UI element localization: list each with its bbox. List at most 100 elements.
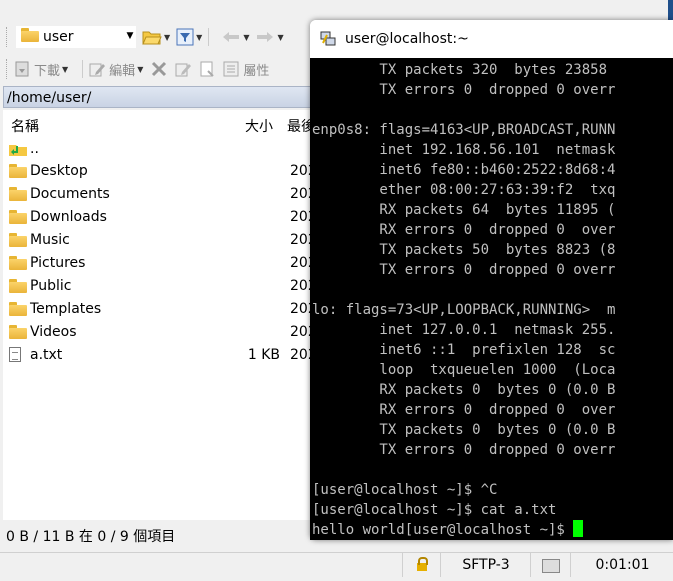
folder-icon <box>9 232 27 254</box>
folder-icon <box>9 209 27 231</box>
forward-button[interactable]: ▼ <box>255 27 284 47</box>
list-item[interactable]: Desktop 202 <box>9 160 329 182</box>
toolbar-separator <box>208 28 210 46</box>
back-button[interactable]: ▼ <box>221 27 249 47</box>
list-item[interactable]: Documents 202 <box>9 183 329 205</box>
terminal-line: enp0s8: flags=4163<UP,BROADCAST,RUNN <box>312 122 616 138</box>
text-file-icon <box>9 347 21 369</box>
terminal-output[interactable]: TX packets 320 bytes 23858 TX errors 0 d… <box>310 58 673 540</box>
toolbar-grip <box>6 27 10 47</box>
edit-label: 編輯 <box>109 63 136 79</box>
chevron-down-icon[interactable]: ▼ <box>277 33 283 42</box>
edit-icon <box>89 63 106 77</box>
list-item-name: Downloads <box>30 209 107 225</box>
background-window-edge <box>668 0 673 22</box>
location-combo-value: user <box>43 29 74 45</box>
terminal-line: inet6 ::1 prefixlen 128 sc <box>312 342 616 358</box>
chevron-down-icon[interactable]: ▼ <box>164 33 170 42</box>
folder-icon <box>9 301 27 323</box>
list-item[interactable]: Public 202 <box>9 275 329 297</box>
list-item[interactable]: Templates 202 <box>9 298 329 320</box>
path-bar[interactable]: /home/user/ <box>3 86 333 108</box>
terminal-line: loop txqueuelen 1000 (Loca <box>312 362 616 378</box>
chevron-down-icon[interactable]: ▼ <box>62 65 68 74</box>
terminal-line: TX errors 0 dropped 0 overr <box>312 262 616 278</box>
list-item[interactable]: Music 202 <box>9 229 329 251</box>
toolbar-separator <box>82 60 84 78</box>
new-file-icon <box>200 61 215 77</box>
terminal-line: inet 127.0.0.1 netmask 255. <box>312 322 616 338</box>
edit-button[interactable]: 編輯 ▼ <box>89 60 143 79</box>
terminal-line: RX packets 64 bytes 11895 ( <box>312 202 616 218</box>
terminal-cursor <box>573 520 584 537</box>
list-item[interactable]: Pictures 202 <box>9 252 329 274</box>
properties-icon <box>223 61 239 77</box>
list-item-name: Pictures <box>30 255 86 271</box>
terminal-line: lo: flags=73<UP,LOOPBACK,RUNNING> m <box>312 302 616 318</box>
list-item-name: Documents <box>30 186 110 202</box>
terminal-line: [user@localhost ~]$ cat a.txt <box>312 502 557 518</box>
properties-button[interactable]: 屬性 <box>223 60 269 79</box>
chevron-down-icon[interactable]: ▼ <box>243 33 249 42</box>
terminal-line: TX packets 320 bytes 23858 <box>312 62 608 78</box>
terminal-line: RX packets 0 bytes 0 (0.0 B <box>312 382 616 398</box>
download-label: 下載 <box>34 63 61 79</box>
lock-icon <box>417 557 428 571</box>
rename-button[interactable] <box>175 61 192 77</box>
terminal-line: TX errors 0 dropped 0 overr <box>312 82 616 98</box>
folder-icon <box>9 324 27 346</box>
terminal-titlebar[interactable]: user@localhost:~ <box>310 20 673 58</box>
list-item-name: a.txt <box>30 347 63 363</box>
folder-icon <box>21 28 39 46</box>
server-icon <box>542 559 560 573</box>
delete-icon <box>152 61 167 77</box>
download-button[interactable]: 下載 ▼ <box>14 60 68 79</box>
putty-icon <box>320 31 336 46</box>
list-item-name: Desktop <box>30 163 88 179</box>
list-item-name: Music <box>30 232 70 248</box>
file-list[interactable]: 名稱 大小 最後 .. Desktop 202 Documents 202 Do… <box>3 110 333 520</box>
terminal-line: inet6 fe80::b460:2522:8d68:4 <box>312 162 616 178</box>
column-header-name[interactable]: 名稱 <box>11 116 39 136</box>
terminal-line: TX errors 0 dropped 0 overr <box>312 442 616 458</box>
delete-button[interactable] <box>151 61 167 77</box>
terminal-line: ether 08:00:27:63:39:f2 txq <box>312 182 616 198</box>
rename-icon <box>175 63 192 77</box>
open-folder-icon <box>142 31 162 45</box>
list-item-size: 1 KB <box>247 347 280 363</box>
list-item[interactable]: Downloads 202 <box>9 206 329 228</box>
terminal-window[interactable]: user@localhost:~ TX packets 320 bytes 23… <box>310 20 673 540</box>
folder-icon <box>9 278 27 300</box>
chevron-down-icon[interactable]: ▼ <box>137 65 143 74</box>
column-header-size[interactable]: 大小 <box>245 116 273 136</box>
list-item-name: Public <box>30 278 72 294</box>
current-path: /home/user/ <box>7 90 92 106</box>
selection-status: 0 B / 11 B 在 0 / 9 個項目 <box>0 522 326 552</box>
filter-icon <box>176 28 194 46</box>
list-item-parent[interactable]: .. <box>9 138 329 160</box>
list-item[interactable]: Videos 202 <box>9 321 329 343</box>
new-file-button[interactable] <box>199 61 215 77</box>
list-item-name: .. <box>30 141 39 157</box>
download-icon <box>15 61 29 77</box>
terminal-line: RX errors 0 dropped 0 over <box>312 402 616 418</box>
status-bar: SFTP-3 0:01:01 <box>0 552 673 577</box>
terminal-line: TX packets 0 bytes 0 (0.0 B <box>312 422 616 438</box>
toolbar-grip <box>6 59 10 79</box>
list-item[interactable]: a.txt 1 KB 202 <box>9 344 329 366</box>
terminal-title: user@localhost:~ <box>345 31 469 47</box>
chevron-down-icon[interactable]: ▼ <box>196 33 202 42</box>
filter-button[interactable]: ▼ <box>176 27 202 47</box>
terminal-prompt-line: hello world[user@localhost ~]$ <box>312 520 584 540</box>
terminal-line: [user@localhost ~]$ ^C <box>312 482 498 498</box>
location-combo[interactable]: user ▼ <box>16 26 136 48</box>
encryption-indicator[interactable] <box>402 553 441 577</box>
arrow-left-icon <box>223 32 240 42</box>
folder-icon <box>9 163 27 185</box>
folder-icon <box>9 186 27 208</box>
open-folder-button[interactable]: ▼ <box>142 27 170 47</box>
chevron-down-icon[interactable]: ▼ <box>125 31 135 41</box>
terminal-line: RX errors 0 dropped 0 over <box>312 222 616 238</box>
folder-icon <box>9 255 27 277</box>
session-time: 0:01:01 <box>570 553 673 577</box>
